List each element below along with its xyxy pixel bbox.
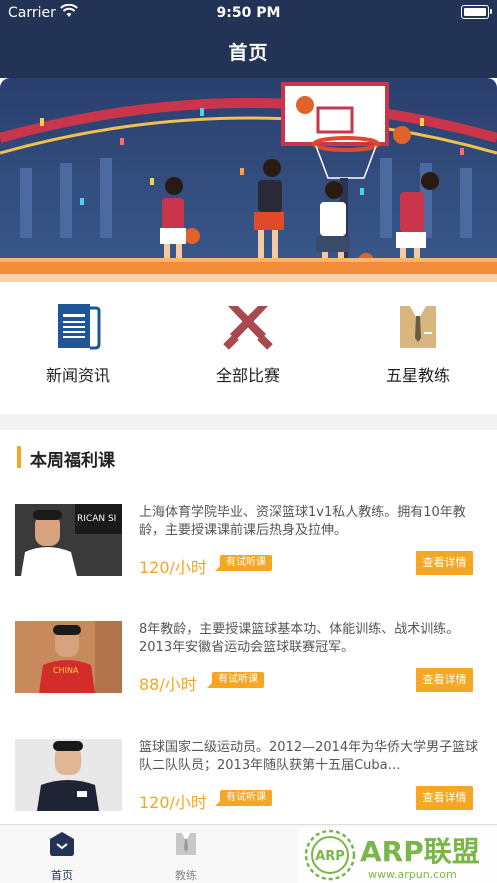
view-details-button[interactable]: 查看详情 (416, 551, 473, 575)
section-accent-bar (17, 446, 21, 468)
clock-time: 9:50 PM (216, 5, 281, 21)
course-description: 8年教龄，主要授课篮球基本功、体能训练、战术训练。2013年安徽省运动会篮球联赛… (139, 622, 460, 655)
trial-badge: 有试听课 (207, 672, 264, 688)
course-list: RICAN SI 上海体育学院毕业、资深篮球1v1私人教练。拥有10年教龄，主要… (0, 484, 497, 824)
course-description: 上海体育学院毕业、资深篮球1v1私人教练。拥有10年教龄，主要授课课前课后热身及… (139, 505, 466, 538)
course-description: 篮球国家二级运动员。2012—2014年为华侨大学男子篮球队二队队员；2013年… (139, 740, 479, 773)
tab-label-coach: 教练 (175, 869, 197, 882)
trial-badge: 有试听课 (215, 555, 272, 571)
coach-photo (15, 739, 122, 811)
view-details-button[interactable]: 查看详情 (416, 786, 473, 810)
tab-home[interactable]: 首页 (22, 831, 102, 883)
nav-item-coaches[interactable]: 五星教练 (348, 300, 488, 400)
app-header: Carrier 9:50 PM 首页 (0, 0, 497, 78)
coach-icon (176, 833, 196, 855)
home-icon (50, 832, 74, 856)
coach-photo: CHINA (15, 621, 122, 693)
nav-item-news[interactable]: 新闻资讯 (8, 300, 148, 400)
tab-label-home: 首页 (51, 869, 73, 882)
watermark-brand: ARP联盟 (360, 835, 480, 868)
newspaper-icon (58, 304, 101, 350)
quick-nav: 新闻资讯 全部比赛 五星教练 (0, 282, 497, 414)
coach-photo-text: RICAN SI (77, 514, 116, 524)
nav-item-matches[interactable]: 全部比赛 (178, 300, 318, 400)
list-item[interactable]: CHINA 8年教龄，主要授课篮球基本功、体能训练、战术训练。2013年安徽省运… (0, 601, 497, 701)
list-item[interactable]: 篮球国家二级运动员。2012—2014年为华侨大学男子篮球队二队队员；2013年… (0, 719, 497, 819)
section-header: 本周福利课 (0, 430, 497, 484)
view-details-button[interactable]: 查看详情 (416, 668, 473, 692)
watermark-url: www.arpun.com (368, 868, 457, 881)
section-title: 本周福利课 (30, 451, 115, 471)
status-bar: Carrier 9:50 PM (0, 0, 497, 28)
coach-photo-text: CHINA (53, 666, 79, 675)
page-title: 首页 (228, 42, 269, 64)
trial-badge: 有试听课 (215, 790, 272, 806)
coach-photo: RICAN SI (15, 504, 122, 576)
course-price: 120/小时 (139, 558, 207, 577)
nav-label-matches: 全部比赛 (215, 366, 280, 385)
list-item[interactable]: RICAN SI 上海体育学院毕业、资深篮球1v1私人教练。拥有10年教龄，主要… (0, 484, 497, 584)
watermark-badge: ARP (315, 849, 345, 864)
banner-image[interactable] (0, 78, 497, 282)
crossed-swords-icon (223, 306, 273, 350)
nav-label-news: 新闻资讯 (45, 366, 110, 385)
tab-coach[interactable]: 教练 (146, 831, 226, 883)
battery-icon (461, 5, 492, 19)
nav-label-coaches: 五星教练 (385, 366, 450, 385)
course-price: 120/小时 (139, 793, 207, 812)
coach-suit-icon (400, 306, 436, 348)
course-price: 88/小时 (139, 675, 197, 694)
watermark-logo: ARP ARP联盟 www.arpun.com (298, 827, 497, 883)
